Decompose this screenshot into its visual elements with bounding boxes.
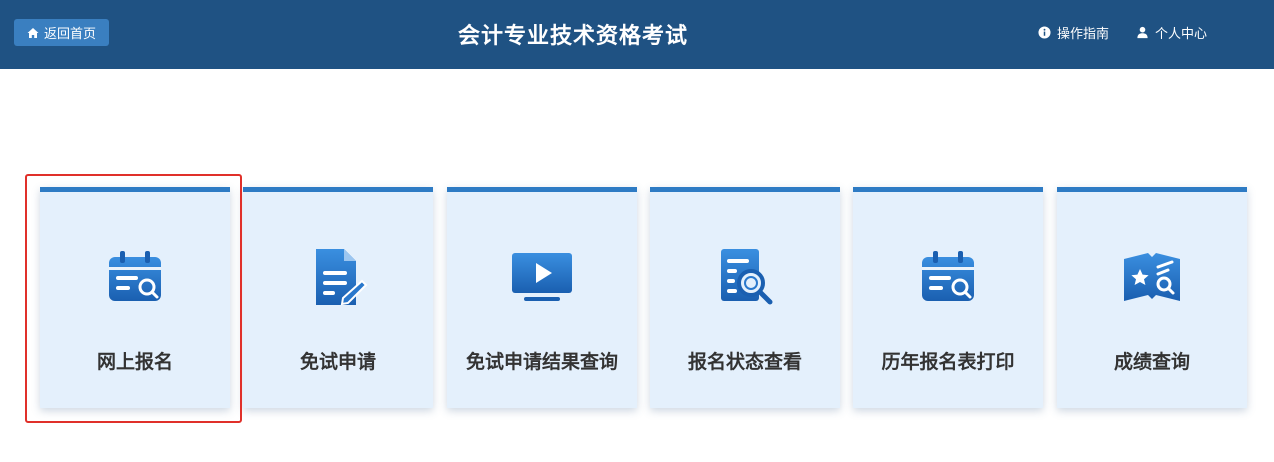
- book-star-search-icon: [1124, 253, 1180, 301]
- document-search-icon: [721, 249, 773, 305]
- card-historical-form-print[interactable]: 历年报名表打印: [853, 187, 1043, 408]
- personal-center-link[interactable]: 个人中心: [1136, 23, 1207, 42]
- monitor-play-icon: [512, 253, 572, 301]
- card-label: 历年报名表打印: [881, 351, 1015, 373]
- calendar-search-icon: [109, 251, 161, 301]
- page-title: 会计专业技术资格考试: [457, 24, 688, 49]
- personal-center-label: 个人中心: [1155, 27, 1208, 42]
- card-registration-status[interactable]: 报名状态查看: [650, 187, 840, 408]
- card-label: 报名状态查看: [687, 351, 802, 373]
- card-label: 免试申请: [299, 351, 376, 373]
- card-label: 网上报名: [96, 351, 173, 373]
- card-exemption-result-query[interactable]: 免试申请结果查询: [447, 187, 637, 408]
- info-icon: [1038, 26, 1051, 39]
- card-online-registration[interactable]: 网上报名: [40, 187, 230, 408]
- calendar-search-icon: [922, 251, 974, 301]
- card-label: 成绩查询: [1113, 351, 1190, 373]
- user-icon: [1137, 26, 1148, 39]
- top-header: 返回首页 会计专业技术资格考试 操作指南 个人中心: [0, 0, 1274, 69]
- card-score-query[interactable]: 成绩查询: [1057, 187, 1247, 408]
- card-exemption-application[interactable]: 免试申请: [243, 187, 433, 408]
- guide-link-label: 操作指南: [1057, 27, 1110, 42]
- document-edit-icon: [316, 249, 368, 306]
- card-label: 免试申请结果查询: [465, 351, 618, 373]
- guide-link[interactable]: 操作指南: [1038, 23, 1109, 42]
